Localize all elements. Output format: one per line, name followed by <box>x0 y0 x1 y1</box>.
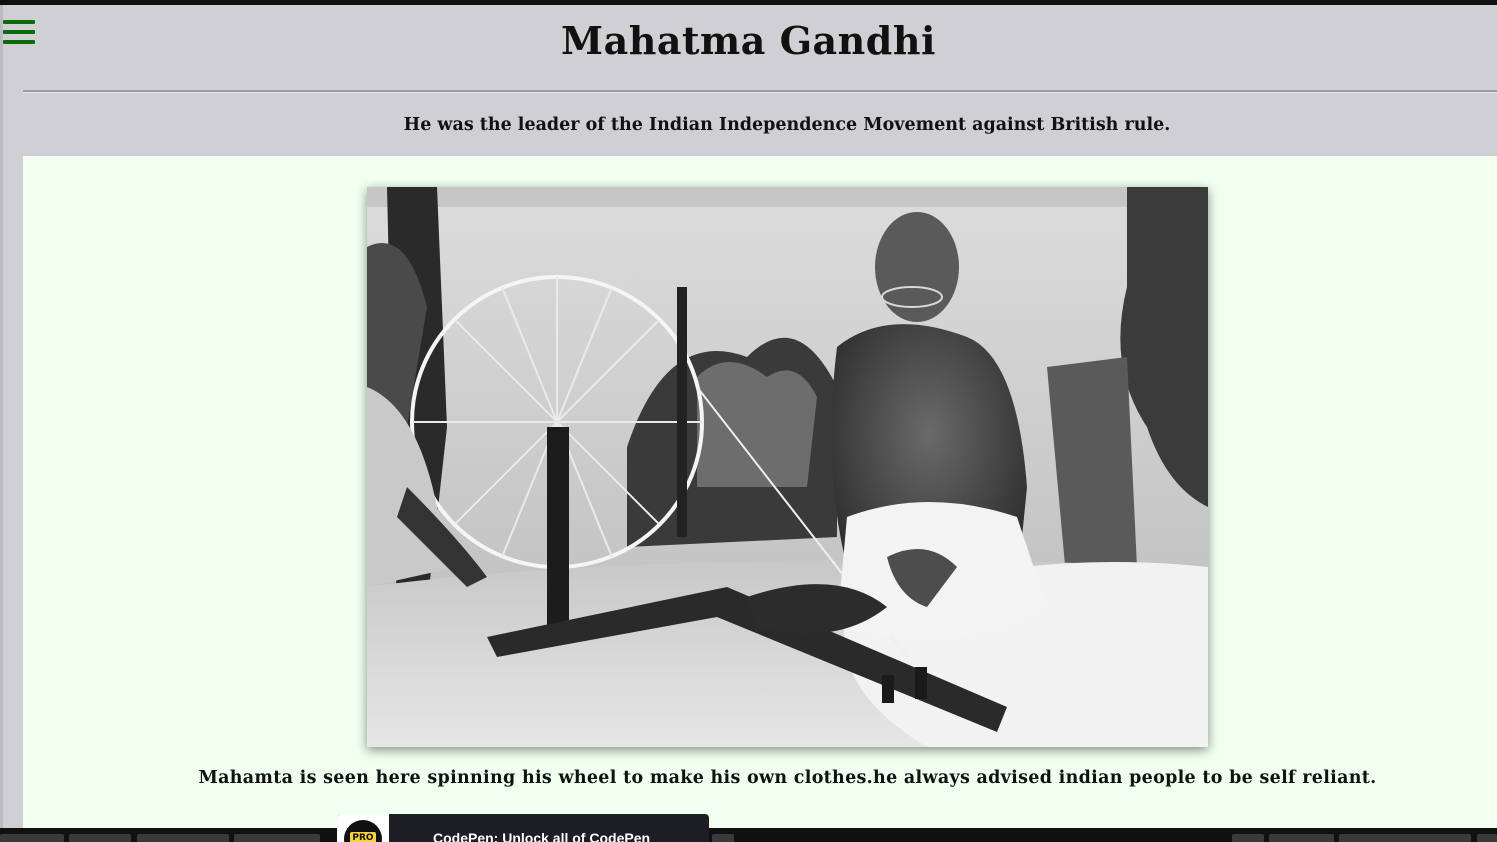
footer-tab[interactable] <box>1232 834 1264 842</box>
footer-tab[interactable] <box>137 834 229 842</box>
footer-tab[interactable] <box>0 834 64 842</box>
photo-illustration <box>367 187 1208 747</box>
gandhi-photo <box>367 187 1208 747</box>
footer-tab[interactable] <box>69 834 131 842</box>
codepen-pro-promo[interactable]: PRO CodePen: Unlock all of CodePen <box>337 814 709 842</box>
footer-tab[interactable] <box>234 834 320 842</box>
page-subtitle: He was the leader of the Indian Independ… <box>403 115 1171 135</box>
pro-logo-area: PRO <box>337 814 389 842</box>
footer-tab[interactable] <box>712 834 734 842</box>
browser-top-edge <box>0 0 1497 5</box>
page-title: Mahatma Gandhi <box>561 18 936 63</box>
pro-badge-label: PRO <box>350 832 376 842</box>
footer-tab[interactable] <box>1269 834 1334 842</box>
header-divider <box>23 90 1497 93</box>
footer-tab[interactable] <box>1477 834 1497 842</box>
photo-caption: Mahamta is seen here spinning his wheel … <box>198 768 1377 788</box>
main-content: Mahamta is seen here spinning his wheel … <box>23 156 1497 828</box>
footer-tab[interactable] <box>1339 834 1471 842</box>
promo-text: CodePen: Unlock all of CodePen <box>433 830 651 842</box>
pro-badge-icon: PRO <box>344 820 382 842</box>
